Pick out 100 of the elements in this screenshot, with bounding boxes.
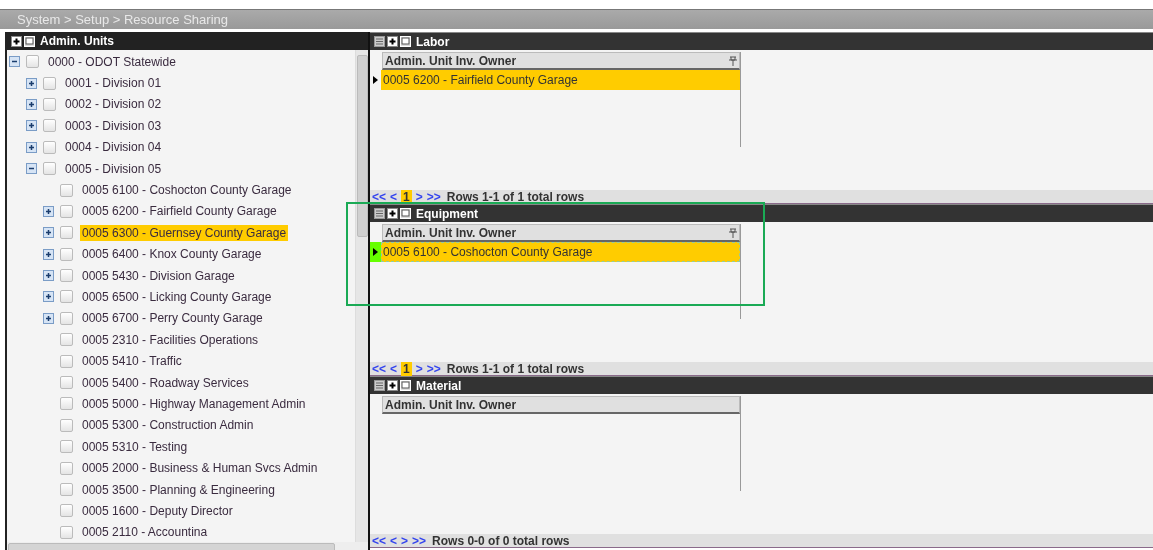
last-page-link[interactable]: >> — [426, 361, 441, 376]
checkbox[interactable] — [60, 354, 73, 368]
tree-item[interactable]: 0004 - Division 04 — [63, 139, 164, 156]
tree-item[interactable]: 0001 - Division 01 — [63, 75, 164, 92]
column-chooser-icon[interactable] — [374, 208, 385, 219]
tree-item[interactable]: 0005 3500 - Planning & Engineering — [80, 481, 277, 498]
tree-item[interactable]: 0005 2310 - Facilities Operations — [80, 331, 261, 348]
tree-item[interactable]: 0005 5430 - Division Garage — [80, 267, 237, 284]
checkbox[interactable] — [26, 55, 39, 69]
row-count: Rows 1-1 of 1 total rows — [446, 189, 585, 204]
tree-item[interactable]: 0003 - Division 03 — [63, 117, 164, 134]
tree-item[interactable]: 0005 - Division 05 — [63, 160, 164, 177]
column-chooser-icon[interactable] — [374, 380, 385, 391]
table-cell[interactable]: 0005 6100 - Coshocton County Garage — [381, 242, 740, 262]
previous-page-link[interactable]: < — [390, 533, 398, 548]
pane-title: Material — [416, 378, 462, 393]
expand-icon[interactable] — [43, 291, 54, 303]
tree-item[interactable]: 0005 6700 - Perry County Garage — [80, 310, 265, 327]
column-title: Admin. Unit Inv. Owner — [385, 225, 517, 240]
column-header[interactable]: Admin. Unit Inv. Owner — [382, 396, 740, 414]
expand-icon[interactable] — [26, 141, 37, 153]
pin-icon[interactable] — [729, 227, 737, 238]
pane-title: Equipment — [416, 206, 478, 221]
current-row-icon — [373, 76, 378, 84]
next-page-link[interactable]: > — [415, 189, 423, 204]
column-title: Admin. Unit Inv. Owner — [385, 53, 517, 68]
checkbox[interactable] — [60, 226, 73, 240]
tree-item[interactable]: 0005 6200 - Fairfield County Garage — [80, 203, 279, 220]
last-page-link[interactable]: >> — [426, 189, 441, 204]
expand-icon[interactable] — [26, 98, 37, 110]
tree-item[interactable]: 0005 5300 - Construction Admin — [80, 417, 256, 434]
next-page-link[interactable]: > — [415, 361, 423, 376]
expand-all-icon[interactable] — [387, 36, 398, 47]
expand-icon[interactable] — [26, 120, 37, 132]
checkbox[interactable] — [60, 290, 73, 304]
column-header[interactable]: Admin. Unit Inv. Owner — [382, 224, 740, 242]
checkbox[interactable] — [43, 140, 56, 154]
first-page-link[interactable]: << — [372, 533, 386, 548]
tree-item[interactable]: 0005 6100 - Coshocton County Garage — [80, 182, 294, 199]
checkbox[interactable] — [60, 247, 73, 261]
tree-item[interactable]: 0005 2110 - Accountina — [80, 524, 210, 541]
panel-title: Admin. Units — [40, 34, 114, 48]
tree-item[interactable]: 0005 5000 - Highway Management Admin — [80, 395, 308, 412]
expand-icon[interactable] — [43, 248, 54, 260]
column-chooser-icon[interactable] — [374, 36, 385, 47]
tree-item[interactable]: 0000 - ODOT Statewide — [46, 53, 178, 70]
expand-icon[interactable] — [43, 312, 54, 324]
tree-item[interactable]: 0005 6400 - Knox County Garage — [80, 246, 264, 263]
breadcrumb: System > Setup > Resource Sharing — [0, 9, 1153, 29]
checkbox[interactable] — [60, 461, 73, 475]
tree-item[interactable]: 0005 5310 - Testing — [80, 438, 190, 455]
checkbox[interactable] — [60, 183, 73, 197]
checkbox[interactable] — [60, 376, 73, 390]
column-title: Admin. Unit Inv. Owner — [385, 397, 517, 412]
tree-item[interactable]: 0005 5410 - Traffic — [80, 353, 184, 370]
column-header[interactable]: Admin. Unit Inv. Owner — [382, 52, 740, 70]
tree-item[interactable]: 0002 - Division 02 — [63, 96, 164, 113]
collapse-all-icon[interactable] — [24, 35, 35, 47]
expand-icon[interactable] — [26, 77, 37, 89]
checkbox[interactable] — [60, 269, 73, 283]
collapse-icon[interactable] — [9, 56, 20, 68]
expand-icon[interactable] — [43, 270, 54, 282]
expand-all-icon[interactable] — [11, 35, 22, 47]
previous-page-link[interactable]: < — [390, 189, 398, 204]
checkbox[interactable] — [60, 504, 73, 518]
checkbox[interactable] — [60, 204, 73, 218]
expand-icon[interactable] — [43, 227, 54, 239]
expand-all-icon[interactable] — [387, 380, 398, 391]
checkbox[interactable] — [60, 333, 73, 347]
tree-item[interactable]: 0005 6300 - Guernsey County Garage — [80, 224, 289, 241]
checkbox[interactable] — [60, 397, 73, 411]
expand-icon[interactable] — [43, 205, 54, 217]
tree-item[interactable]: 0005 1600 - Deputy Director — [80, 502, 235, 519]
vertical-scrollbar[interactable] — [355, 50, 368, 542]
tree-item[interactable]: 0005 2000 - Business & Human Svcs Admin — [80, 460, 320, 477]
collapse-icon[interactable] — [26, 163, 37, 175]
next-page-link[interactable]: > — [401, 533, 409, 548]
expand-all-icon[interactable] — [387, 208, 398, 219]
current-row-icon — [373, 248, 378, 256]
tree-item[interactable]: 0005 6500 - Licking County Garage — [80, 289, 274, 305]
page-number[interactable]: 1 — [401, 361, 412, 376]
checkbox[interactable] — [43, 119, 56, 133]
checkbox[interactable] — [60, 418, 73, 432]
previous-page-link[interactable]: < — [390, 361, 398, 376]
checkbox[interactable] — [43, 162, 56, 176]
checkbox[interactable] — [43, 97, 56, 111]
checkbox[interactable] — [60, 525, 73, 539]
table-cell[interactable]: 0005 6200 - Fairfield County Garage — [381, 70, 740, 90]
row-count: Rows 0-0 of 0 total rows — [432, 533, 570, 548]
row-count: Rows 1-1 of 1 total rows — [446, 361, 585, 376]
checkbox[interactable] — [60, 311, 73, 325]
checkbox[interactable] — [43, 76, 56, 90]
last-page-link[interactable]: >> — [412, 533, 427, 548]
pin-icon[interactable] — [729, 55, 737, 66]
tree-item[interactable]: 0005 5400 - Roadway Services — [80, 374, 251, 391]
first-page-link[interactable]: << — [372, 189, 386, 204]
checkbox[interactable] — [60, 483, 73, 496]
checkbox[interactable] — [60, 440, 73, 454]
first-page-link[interactable]: << — [372, 361, 386, 376]
page-number[interactable]: 1 — [401, 189, 412, 204]
